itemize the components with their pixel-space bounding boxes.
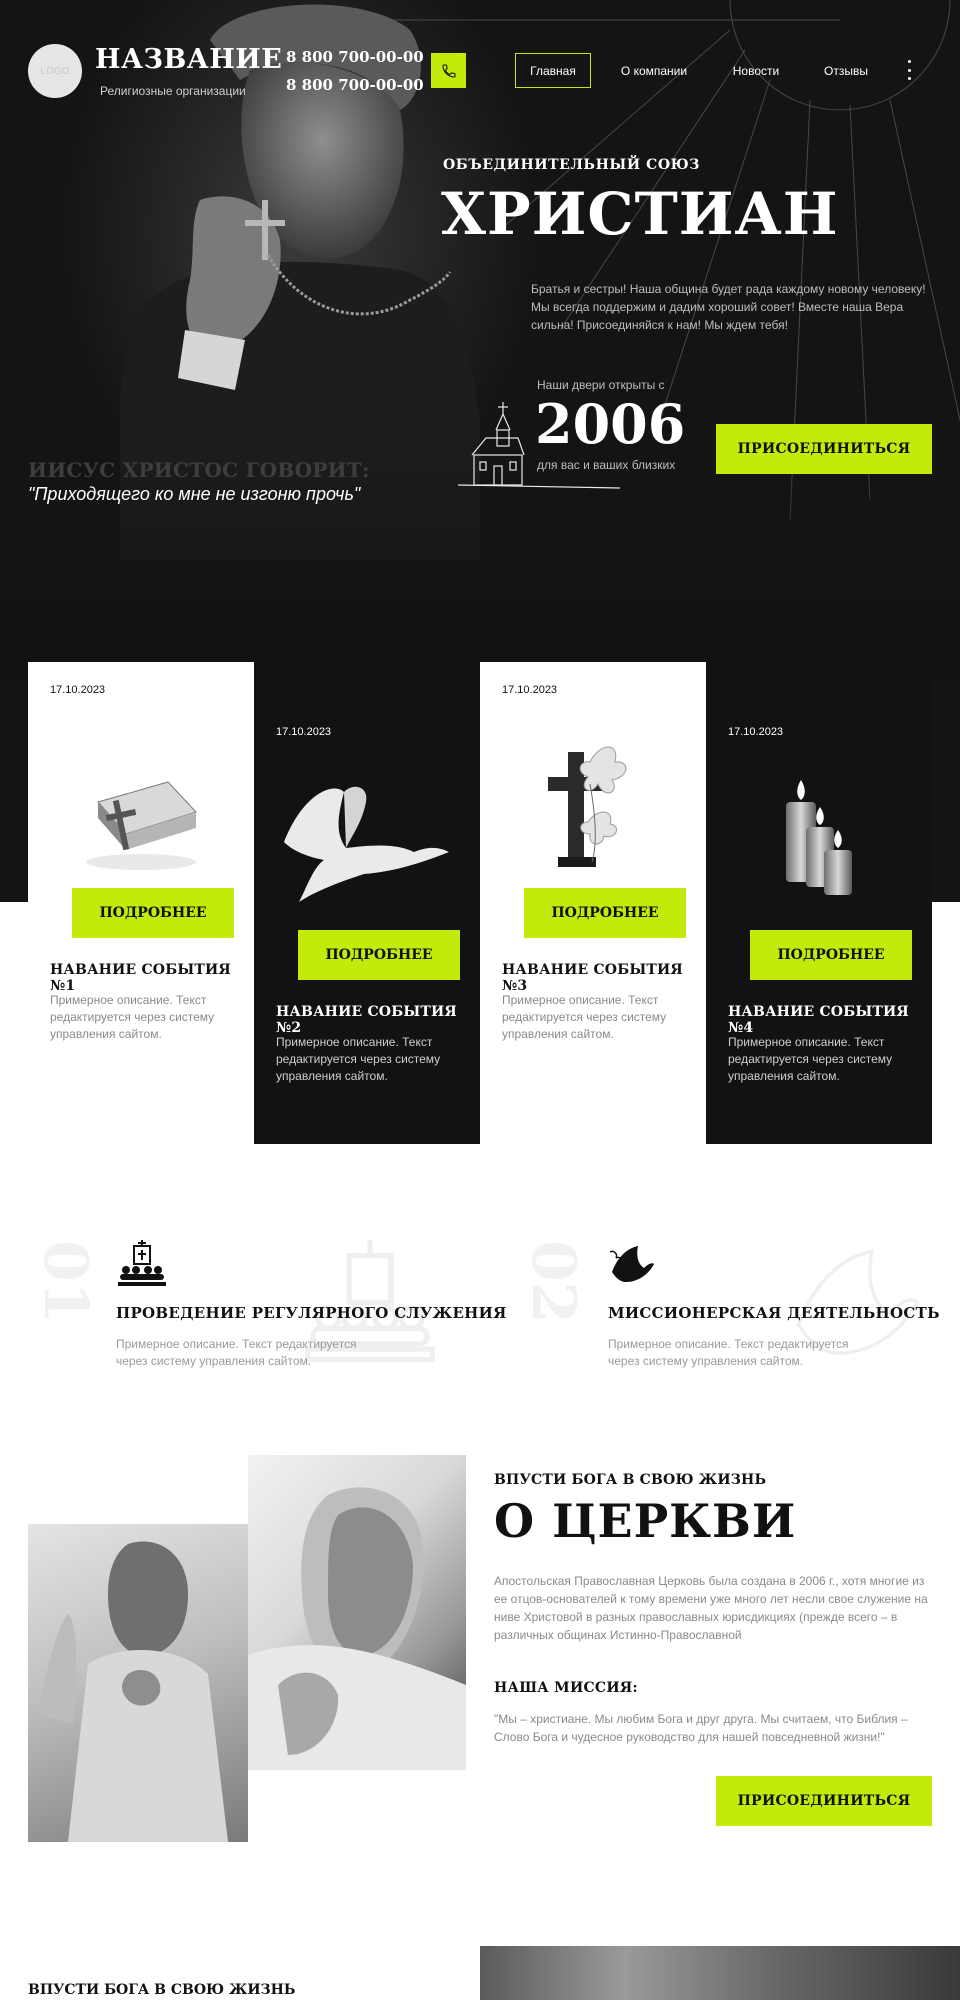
quote-text: "Приходящего ко мне не изгоню прочь" bbox=[28, 484, 361, 504]
hero-description: Братья и сестры! Наша община будет рада … bbox=[531, 282, 926, 332]
service-number: 02 bbox=[518, 1240, 588, 1324]
join-button-hero[interactable]: ПРИСОЕДИНИТЬСЯ bbox=[716, 424, 932, 474]
nav-item-reviews[interactable]: Отзывы bbox=[808, 53, 884, 88]
cross-lily-icon bbox=[548, 746, 627, 867]
more-button[interactable]: ПОДРОБНЕЕ bbox=[72, 888, 234, 938]
hero-title: ХРИСТИАН bbox=[441, 180, 839, 248]
more-button[interactable]: ПОДРОБНЕЕ bbox=[524, 888, 686, 938]
open-since-sub: для вас и ваших близких bbox=[537, 458, 676, 472]
event-card-3[interactable]: 17.10.2023 ПОДРОБНЕЕ НАВАНИЕ СОБЫТИЯ №3 … bbox=[480, 662, 706, 1044]
bottom-kicker: ВПУСТИ БОГА В СВОЮ ЖИЗНЬ bbox=[28, 1982, 296, 1998]
more-button[interactable]: ПОДРОБНЕЕ bbox=[750, 930, 912, 980]
logo[interactable]: LOGO bbox=[28, 44, 82, 98]
event-title: НАВАНИЕ СОБЫТИЯ №3 bbox=[502, 962, 683, 994]
phone-icon bbox=[441, 63, 456, 78]
service-description: Примерное описание. Текст редактируется … bbox=[608, 1337, 849, 1368]
event-date: 17.10.2023 bbox=[276, 726, 332, 738]
jesus-statue-photo bbox=[28, 1524, 248, 1842]
brand-subtitle: Религиозные организации bbox=[100, 84, 246, 98]
event-title: НАВАНИЕ СОБЫТИЯ №1 bbox=[50, 962, 231, 994]
dove-olive-icon bbox=[609, 1246, 654, 1282]
woman-photo-illustration bbox=[248, 1487, 466, 1770]
event-card-2[interactable]: 17.10.2023 ПОДРОБНЕЕ НАВАНИЕ СОБЫТИЯ №2 … bbox=[254, 662, 480, 1144]
about-title: О ЦЕРКВИ bbox=[494, 1494, 797, 1548]
quote-heading: ИИСУС ХРИСТОС ГОВОРИТ: bbox=[28, 458, 370, 482]
nav-item-news[interactable]: Новости bbox=[718, 53, 794, 88]
candles-icon bbox=[786, 780, 852, 895]
service-title: МИССИОНЕРСКАЯ ДЕЯТЕЛЬНОСТЬ bbox=[608, 1304, 940, 1322]
event-date: 17.10.2023 bbox=[502, 684, 558, 696]
event-description: Примерное описание. Текст редактируется … bbox=[276, 1035, 441, 1083]
service-title: ПРОВЕДЕНИЕ РЕГУЛЯРНОГО СЛУЖЕНИЯ bbox=[116, 1304, 507, 1322]
brand-name[interactable]: НАЗВАНИЕ bbox=[95, 44, 282, 75]
bottom-photo bbox=[480, 1946, 960, 2000]
nav-item-home[interactable]: Главная bbox=[515, 53, 591, 88]
event-description: Примерное описание. Текст редактируется … bbox=[50, 993, 215, 1041]
congregation-icon bbox=[118, 1240, 166, 1286]
join-button-about[interactable]: ПРИСОЕДИНИТЬСЯ bbox=[716, 1776, 932, 1826]
nav-item-about[interactable]: О компании bbox=[610, 53, 698, 88]
more-menu-icon[interactable] bbox=[906, 60, 912, 80]
jesus-statue-illustration bbox=[38, 1541, 228, 1842]
phone-number-2[interactable]: 8 800 700-00-00 bbox=[286, 76, 424, 94]
hero-kicker: ОБЪЕДИНИТЕЛЬНЫЙ СОЮЗ bbox=[443, 157, 700, 173]
about-text: Апостольская Православная Церковь была с… bbox=[494, 1574, 928, 1642]
event-date: 17.10.2023 bbox=[50, 684, 106, 696]
more-button[interactable]: ПОДРОБНЕЕ bbox=[298, 930, 460, 980]
dove-icon bbox=[284, 786, 449, 902]
woman-photo bbox=[248, 1455, 466, 1770]
logo-text: LOGO bbox=[40, 65, 70, 77]
founding-year: 2006 bbox=[535, 392, 686, 456]
service-number: 01 bbox=[30, 1240, 100, 1324]
event-card-4[interactable]: 17.10.2023 ПОДРОБНЕЕ НАВАНИЕ СОБЫТИЯ №4 … bbox=[706, 662, 932, 1144]
open-since-label: Наши двери открыты с bbox=[537, 378, 665, 392]
event-card-1[interactable]: 17.10.2023 ПОДРОБНЕЕ НАВАНИЕ СОБЫТИЯ №1 … bbox=[28, 662, 254, 1044]
service-description: Примерное описание. Текст редактируется … bbox=[116, 1337, 357, 1368]
event-description: Примерное описание. Текст редактируется … bbox=[502, 993, 667, 1041]
mission-text: "Мы – христиане. Мы любим Бога и друг др… bbox=[494, 1712, 908, 1744]
about-kicker: ВПУСТИ БОГА В СВОЮ ЖИЗНЬ bbox=[494, 1472, 767, 1488]
bible-cross-icon bbox=[86, 781, 197, 870]
phone-number-1[interactable]: 8 800 700-00-00 bbox=[286, 48, 424, 66]
call-button[interactable] bbox=[431, 53, 466, 88]
event-date: 17.10.2023 bbox=[728, 726, 784, 738]
event-title: НАВАНИЕ СОБЫТИЯ №4 bbox=[728, 1004, 909, 1036]
mission-heading: НАША МИССИЯ: bbox=[494, 1680, 639, 1696]
event-description: Примерное описание. Текст редактируется … bbox=[728, 1035, 893, 1083]
event-title: НАВАНИЕ СОБЫТИЯ №2 bbox=[276, 1004, 457, 1036]
